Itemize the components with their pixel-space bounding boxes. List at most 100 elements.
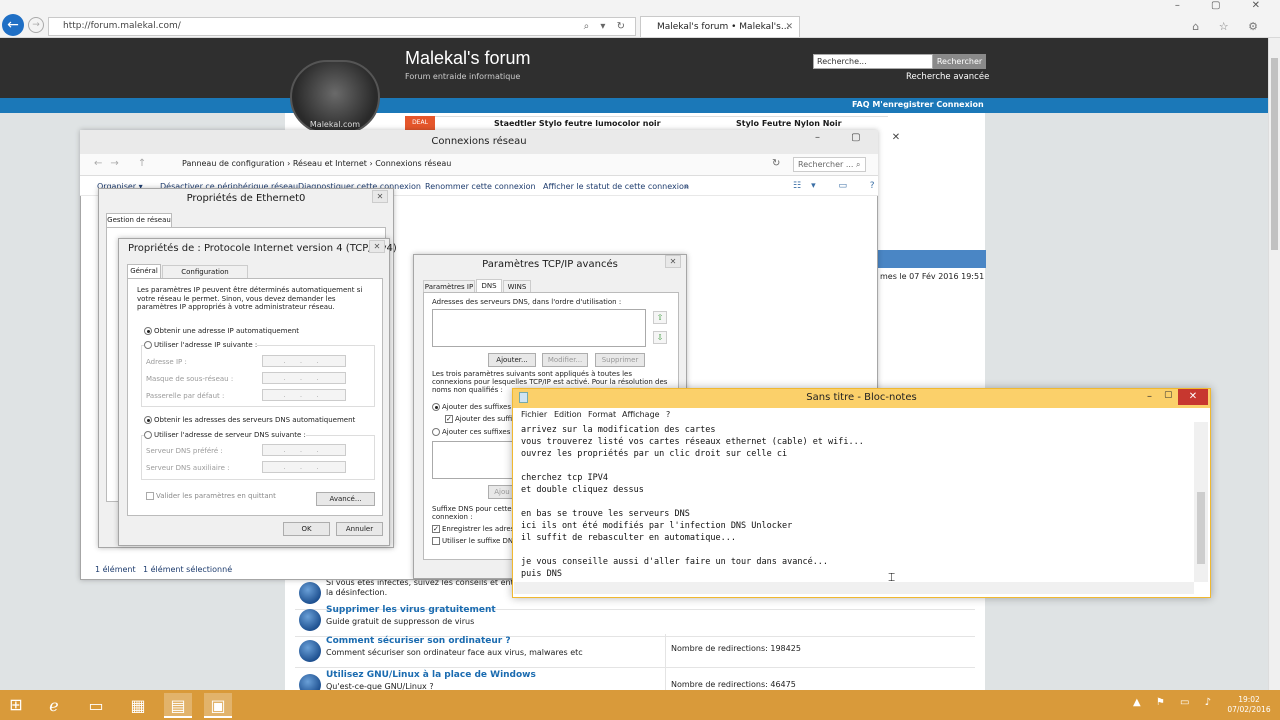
notepad-line: en bas se trouve les serveurs DNS xyxy=(521,509,690,519)
toolbar-status[interactable]: Afficher le statut de cette connexion xyxy=(543,182,689,191)
label-gateway: Passerelle par défaut : xyxy=(146,392,225,400)
radio-label: Obtenir une adresse IP automatiquement xyxy=(154,327,300,335)
checkbox-register[interactable]: ✓ Enregistrer les adress xyxy=(432,525,518,533)
ad-product-2[interactable]: Stylo Feutre Nylon Noir xyxy=(736,119,842,128)
menu-view[interactable]: Affichage xyxy=(622,410,660,419)
tab-general[interactable]: Général xyxy=(127,264,161,278)
browser-scrollbar[interactable] xyxy=(1268,38,1280,690)
view-options-icon[interactable]: ☷▾ ▭ ? xyxy=(793,181,885,191)
site-title[interactable]: Malekal's forum xyxy=(405,48,530,69)
checkbox-icon xyxy=(432,537,440,545)
close-icon[interactable]: ✕ xyxy=(1178,389,1208,405)
modify-dns-button[interactable]: Modifier... xyxy=(542,353,588,367)
menu-help[interactable]: ? xyxy=(666,410,670,419)
dns-suffix-list[interactable] xyxy=(432,441,522,479)
radio-selected-icon xyxy=(144,327,152,335)
browser-tab[interactable]: Malekal's forum • Malekal's... ✕ xyxy=(640,16,800,37)
window-title: Connexions réseau xyxy=(431,136,527,147)
forum-bullet-icon xyxy=(299,609,321,631)
toolbar-rename[interactable]: Renommer cette connexion xyxy=(425,182,536,191)
radio-append-these[interactable]: Ajouter ces suffixes D xyxy=(432,428,518,436)
scrollbar-thumb[interactable] xyxy=(1271,58,1278,250)
dns-auxiliary-field[interactable]: . . . xyxy=(262,461,346,473)
dialog-title: Propriétés de Ethernet0 xyxy=(186,193,306,204)
close-icon[interactable]: ✕ xyxy=(369,240,385,253)
breadcrumb[interactable]: Panneau de configuration › Réseau et Int… xyxy=(182,159,451,168)
remove-dns-button[interactable]: Supprimer xyxy=(595,353,645,367)
clock[interactable]: 19:02 07/02/2016 xyxy=(1224,695,1274,715)
forum-row-title[interactable]: Comment sécuriser son ordinateur ? xyxy=(326,636,511,646)
advanced-search-link[interactable]: Recherche avancée xyxy=(906,72,989,82)
forward-arrow-icon[interactable]: → xyxy=(28,17,44,33)
forum-search-input[interactable]: Recherche... xyxy=(813,54,933,69)
add-dns-button[interactable]: Ajouter... xyxy=(488,353,536,367)
ad-product-1[interactable]: Staedtler Stylo feutre lumocolor noir xyxy=(494,119,661,128)
cancel-button[interactable]: Annuler xyxy=(336,522,383,536)
forum-nav-links[interactable]: FAQ M'enregistrer Connexion xyxy=(852,100,984,109)
window-controls[interactable]: – ▢ ✕ xyxy=(815,132,914,143)
minimize-icon[interactable]: – xyxy=(1147,391,1152,402)
tab-network[interactable]: Gestion de réseau xyxy=(106,213,172,227)
windows-start-icon[interactable]: ⊞ xyxy=(6,695,26,715)
advanced-button[interactable]: Avancé... xyxy=(316,492,375,506)
system-tray-icons[interactable]: ▲ ⚑ ▭ ♪ xyxy=(1133,697,1217,708)
refresh-icon[interactable]: ↻ xyxy=(772,158,780,169)
gateway-field[interactable]: . . . xyxy=(262,389,346,401)
ok-button[interactable]: OK xyxy=(283,522,330,536)
forum-header xyxy=(0,38,1268,98)
forum-row-title[interactable]: Utilisez GNU/Linux à la place de Windows xyxy=(326,670,536,680)
menu-edit[interactable]: Edition xyxy=(554,410,582,419)
checkbox-validate[interactable]: Valider les paramètres en quittant xyxy=(146,492,276,500)
mouse-cursor-icon: ⌶ xyxy=(888,570,896,584)
tab-alternate-config[interactable]: Configuration alternative xyxy=(162,265,248,288)
notepad-horizontal-scrollbar[interactable] xyxy=(514,582,1194,594)
radio-append-primary[interactable]: Ajouter des suffixes D xyxy=(432,403,519,411)
forum-row[interactable]: Comment sécuriser son ordinateur ? Comme… xyxy=(295,634,975,668)
notepad-vertical-scrollbar[interactable] xyxy=(1194,422,1208,582)
move-up-arrow-icon[interactable]: ⇧ xyxy=(653,311,667,324)
menu-format[interactable]: Format xyxy=(588,410,616,419)
dns-server-list[interactable] xyxy=(432,309,646,347)
radio-auto-dns[interactable]: Obtenir les adresses des serveurs DNS au… xyxy=(144,416,355,424)
toolbar-more[interactable]: » xyxy=(684,182,689,191)
last-post-info: mes le 07 Fév 2016 19:51 xyxy=(880,272,985,281)
search-refresh-icon[interactable]: ⌕ ▾ ↻ xyxy=(584,18,629,35)
scrollbar-thumb[interactable] xyxy=(1197,492,1205,564)
dialog-title: Paramètres TCP/IP avancés xyxy=(482,259,618,270)
explorer-search-input[interactable]: Rechercher ... ⌕ xyxy=(793,157,866,172)
tab-dns[interactable]: DNS xyxy=(476,279,502,293)
notepad-line xyxy=(521,544,1191,556)
checkbox-use-suffix[interactable]: Utiliser le suffixe DNS xyxy=(432,537,518,545)
store-icon[interactable]: ▦ xyxy=(124,693,152,718)
radio-manual-dns[interactable]: Utiliser l'adresse de serveur DNS suivan… xyxy=(144,431,306,439)
forum-search-button[interactable]: Rechercher xyxy=(933,54,986,69)
nav-arrows-icon[interactable]: ←→ ↑ xyxy=(94,158,154,169)
forum-row[interactable]: Supprimer les virus gratuitement Guide g… xyxy=(295,603,975,637)
radio-auto-ip[interactable]: Obtenir une adresse IP automatiquement xyxy=(144,327,299,335)
internet-explorer-icon[interactable]: ℯ xyxy=(40,693,68,718)
home-favorites-settings-icon[interactable]: ⌂ ☆ ⚙ xyxy=(1192,20,1266,33)
window-controls[interactable]: – ▢ ✕ xyxy=(1175,0,1274,11)
forum-row-title[interactable]: Supprimer les virus gratuitement xyxy=(326,605,496,615)
close-icon[interactable]: ✕ xyxy=(372,190,388,203)
back-arrow-icon[interactable]: ← xyxy=(2,14,24,36)
close-icon[interactable]: ✕ xyxy=(665,255,681,268)
move-down-arrow-icon[interactable]: ⇩ xyxy=(653,331,667,344)
dns-preferred-field[interactable]: . . . xyxy=(262,444,346,456)
radio-manual-ip[interactable]: Utiliser l'adresse IP suivante : xyxy=(144,341,258,349)
network-connections-taskbar-icon[interactable]: ▣ xyxy=(204,693,232,718)
checkbox-icon xyxy=(146,492,154,500)
close-icon[interactable]: ✕ xyxy=(785,17,793,37)
notepad-text-area[interactable]: arrivez sur la modification des cartes vo… xyxy=(521,424,1191,580)
address-bar[interactable]: http://forum.malekal.com/ ⌕ ▾ ↻ xyxy=(48,17,636,36)
notepad-taskbar-icon[interactable]: ▤ xyxy=(164,693,192,718)
subnet-mask-field[interactable]: . . . xyxy=(262,372,346,384)
file-explorer-icon[interactable]: ▭ xyxy=(82,693,110,718)
notepad-line: ici ils ont été modifiés par l'infection… xyxy=(521,521,793,531)
menu-file[interactable]: Fichier xyxy=(521,410,547,419)
ip-address-field[interactable]: . . . xyxy=(262,355,346,367)
site-logo[interactable]: Malekal.com xyxy=(290,60,380,134)
checkbox-append-parent[interactable]: ✓ Ajouter des suffix xyxy=(445,415,516,423)
forum-row[interactable]: Utilisez GNU/Linux à la place de Windows… xyxy=(295,668,975,696)
maximize-icon[interactable]: ▢ xyxy=(1164,390,1173,400)
